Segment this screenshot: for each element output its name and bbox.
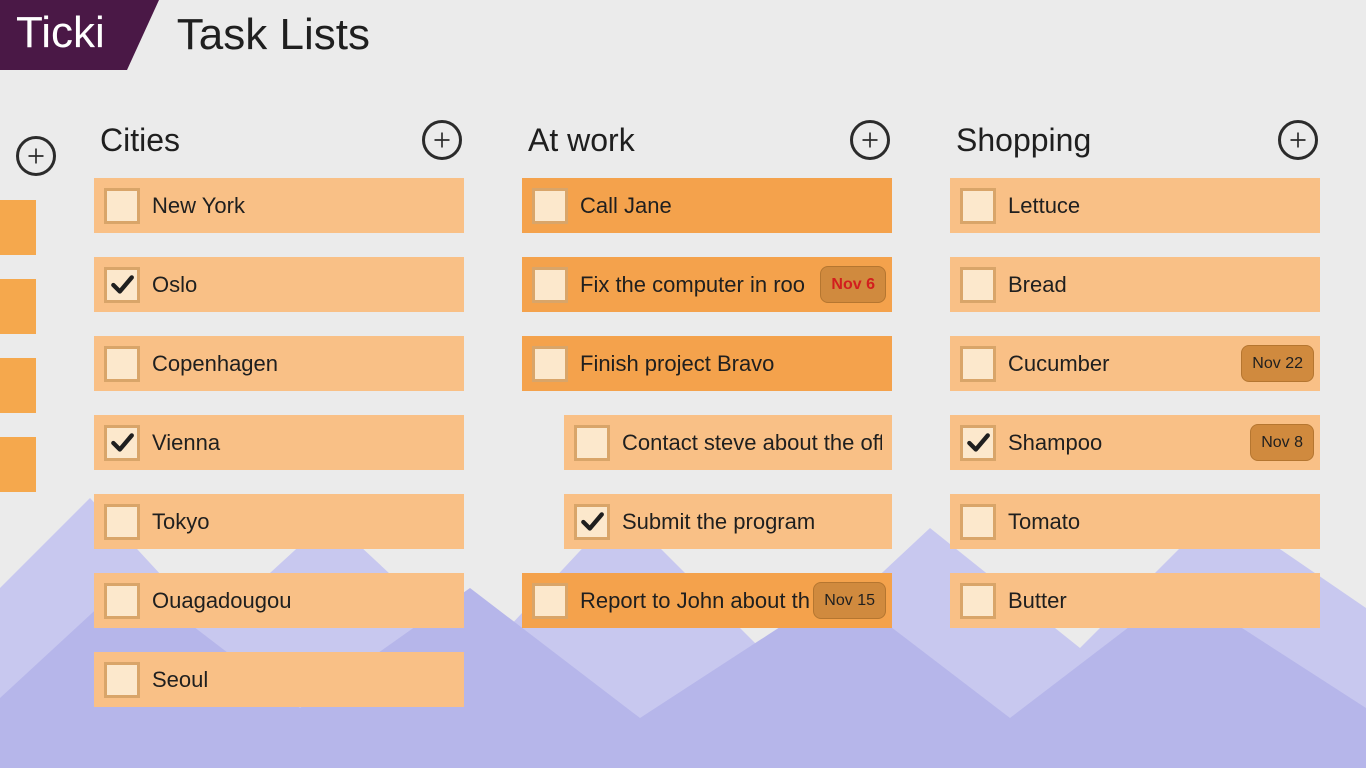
task-label: Call Jane xyxy=(580,193,882,219)
plus-icon xyxy=(432,130,452,150)
add-task-button[interactable] xyxy=(1278,120,1318,160)
task-item[interactable]: Lettuce xyxy=(950,178,1320,233)
task-checkbox[interactable] xyxy=(960,504,996,540)
app-header: Ticki Task Lists xyxy=(0,0,1366,70)
column-header: At work xyxy=(522,120,892,178)
check-icon xyxy=(109,272,135,298)
global-add-wrapper xyxy=(16,136,56,176)
task-checkbox[interactable] xyxy=(532,188,568,224)
page-title: Task Lists xyxy=(177,2,370,68)
brand-name: Ticki xyxy=(16,8,105,57)
due-date-badge: Nov 22 xyxy=(1241,345,1314,382)
task-item[interactable]: Copenhagen xyxy=(94,336,464,391)
column-title: Cities xyxy=(100,122,180,159)
brand-tab[interactable]: Ticki xyxy=(0,0,127,70)
plus-icon xyxy=(1288,130,1308,150)
task-item[interactable]: Bread xyxy=(950,257,1320,312)
task-checkbox[interactable] xyxy=(104,346,140,382)
add-task-button[interactable] xyxy=(850,120,890,160)
task-checkbox[interactable] xyxy=(960,188,996,224)
task-item[interactable]: CucumberNov 22 xyxy=(950,336,1320,391)
task-checkbox[interactable] xyxy=(960,267,996,303)
task-label: Finish project Bravo xyxy=(580,351,882,377)
task-label: Submit the program xyxy=(622,509,882,535)
task-checkbox[interactable] xyxy=(574,425,610,461)
task-checkbox[interactable] xyxy=(104,267,140,303)
task-column: Shopping Lettuce Bread CucumberNov 22 Shampo… xyxy=(950,120,1320,768)
sliver-item xyxy=(0,200,36,255)
column-title: Shopping xyxy=(956,122,1091,159)
column-header: Cities xyxy=(94,120,464,178)
task-checkbox[interactable] xyxy=(532,583,568,619)
due-date-badge: Nov 15 xyxy=(813,582,886,619)
task-checkbox[interactable] xyxy=(104,425,140,461)
plus-icon xyxy=(860,130,880,150)
task-item[interactable]: ShampooNov 8 xyxy=(950,415,1320,470)
previous-column-sliver[interactable] xyxy=(0,200,36,516)
task-item[interactable]: Report to John about thNov 15 xyxy=(522,573,892,628)
task-checkbox[interactable] xyxy=(104,583,140,619)
task-item[interactable]: Oslo xyxy=(94,257,464,312)
task-label: Contact steve about the off xyxy=(622,430,882,456)
check-icon xyxy=(965,430,991,456)
task-label: Butter xyxy=(1008,588,1310,614)
task-label: Lettuce xyxy=(1008,193,1310,219)
due-date-badge: Nov 6 xyxy=(820,266,886,303)
task-item[interactable]: Submit the program xyxy=(564,494,892,549)
due-date-badge: Nov 8 xyxy=(1250,424,1314,461)
task-item[interactable]: New York xyxy=(94,178,464,233)
task-item[interactable]: Tomato xyxy=(950,494,1320,549)
task-checkbox[interactable] xyxy=(960,425,996,461)
add-task-button[interactable] xyxy=(422,120,462,160)
task-label: Tokyo xyxy=(152,509,454,535)
task-checkbox[interactable] xyxy=(104,662,140,698)
task-board[interactable]: Cities New York Oslo Copenhagen Vienna Tokyo O… xyxy=(94,120,1366,768)
task-checkbox[interactable] xyxy=(574,504,610,540)
task-item[interactable]: Finish project Bravo xyxy=(522,336,892,391)
task-label: Oslo xyxy=(152,272,454,298)
add-list-button[interactable] xyxy=(16,136,56,176)
task-label: Bread xyxy=(1008,272,1310,298)
task-checkbox[interactable] xyxy=(960,583,996,619)
sliver-item xyxy=(0,437,36,492)
check-icon xyxy=(579,509,605,535)
task-checkbox[interactable] xyxy=(532,346,568,382)
column-header: Shopping xyxy=(950,120,1320,178)
task-item[interactable]: Vienna xyxy=(94,415,464,470)
plus-icon xyxy=(26,146,46,166)
task-checkbox[interactable] xyxy=(104,188,140,224)
task-label: Vienna xyxy=(152,430,454,456)
task-label: Tomato xyxy=(1008,509,1310,535)
task-item[interactable]: Ouagadougou xyxy=(94,573,464,628)
task-label: Ouagadougou xyxy=(152,588,454,614)
task-checkbox[interactable] xyxy=(104,504,140,540)
task-column: Cities New York Oslo Copenhagen Vienna Tokyo O… xyxy=(94,120,464,768)
task-label: Seoul xyxy=(152,667,454,693)
sliver-item xyxy=(0,279,36,334)
task-column: At work Call Jane Fix the computer in rooN… xyxy=(522,120,892,768)
task-checkbox[interactable] xyxy=(960,346,996,382)
task-item[interactable]: Butter xyxy=(950,573,1320,628)
task-item[interactable]: Fix the computer in rooNov 6 xyxy=(522,257,892,312)
sliver-item xyxy=(0,358,36,413)
task-label: Copenhagen xyxy=(152,351,454,377)
task-item[interactable]: Tokyo xyxy=(94,494,464,549)
column-title: At work xyxy=(528,122,635,159)
task-item[interactable]: Call Jane xyxy=(522,178,892,233)
task-label: New York xyxy=(152,193,454,219)
task-item[interactable]: Contact steve about the off xyxy=(564,415,892,470)
check-icon xyxy=(109,430,135,456)
task-checkbox[interactable] xyxy=(532,267,568,303)
task-item[interactable]: Seoul xyxy=(94,652,464,707)
